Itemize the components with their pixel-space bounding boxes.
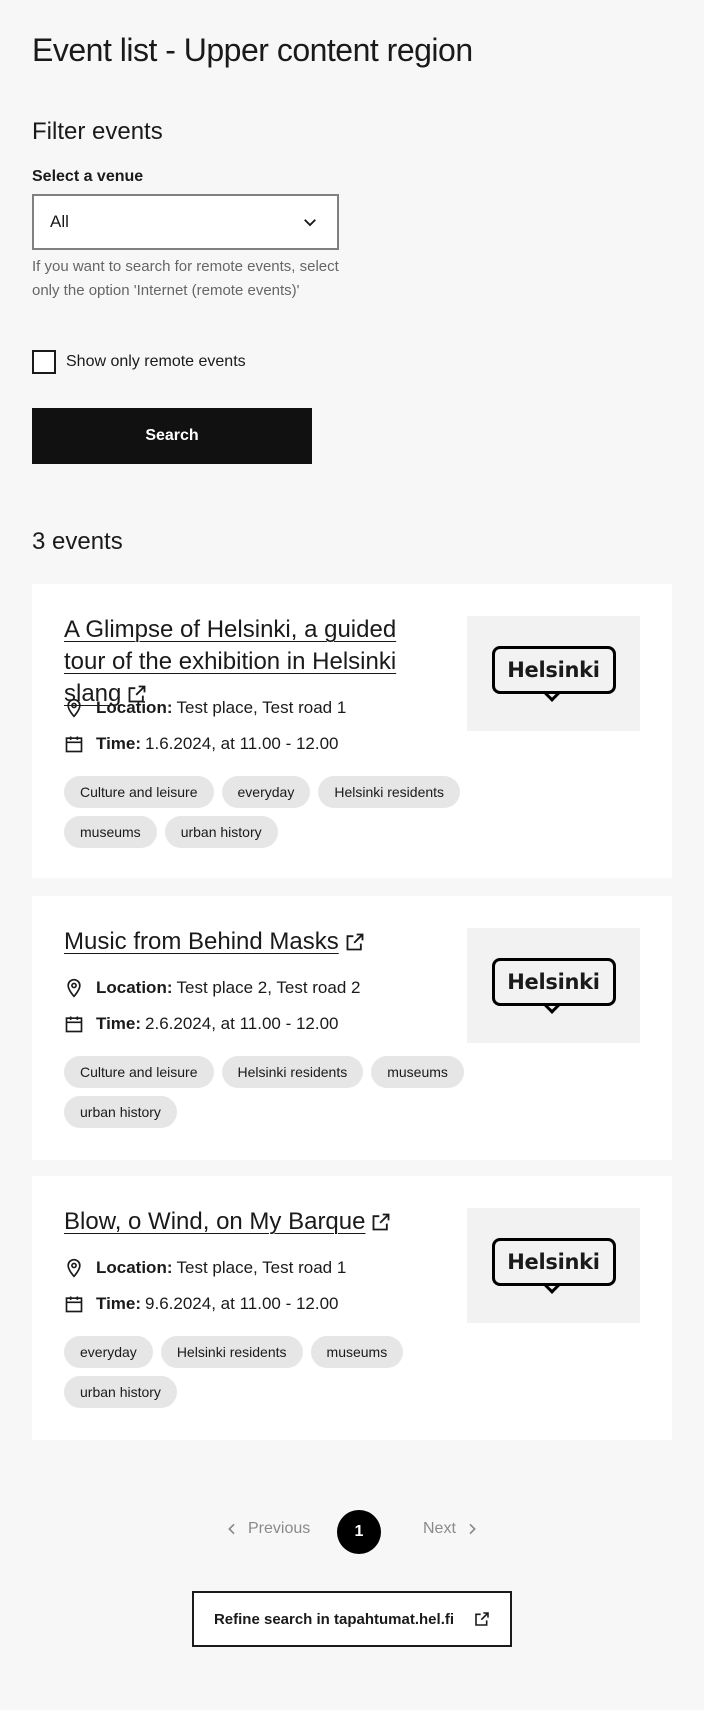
event-time: Time: 2.6.2024, at 11.00 - 12.00 <box>64 1014 339 1034</box>
tag[interactable]: urban history <box>64 1096 177 1128</box>
event-title-link[interactable]: Music from Behind Masks <box>64 926 444 958</box>
remote-events-label[interactable]: Show only remote events <box>66 353 246 371</box>
previous-page-button[interactable]: Previous <box>224 1520 310 1538</box>
location-pin-icon <box>67 698 81 718</box>
remote-events-checkbox[interactable] <box>32 350 56 374</box>
venue-select[interactable]: All <box>32 194 339 250</box>
venue-label: Select a venue <box>32 168 144 185</box>
page-1-button[interactable]: 1 <box>337 1510 381 1554</box>
chevron-right-icon <box>469 1523 476 1535</box>
page-title: Event list - Upper content region <box>32 32 473 68</box>
event-location: Location: Test place 2, Test road 2 <box>64 978 360 998</box>
location-pin-icon <box>67 978 81 998</box>
calendar-icon <box>65 1016 83 1033</box>
remote-events-option: Show only remote events <box>32 350 246 374</box>
tag[interactable]: Helsinki residents <box>160 1336 303 1368</box>
external-link-icon <box>373 1213 390 1231</box>
event-time: Time: 1.6.2024, at 11.00 - 12.00 <box>64 734 339 754</box>
event-title-link[interactable]: A Glimpse of Helsinki, a guided tour of … <box>64 614 444 710</box>
helsinki-logo: Helsinki <box>491 1237 616 1294</box>
event-tags: Culture and leisure Helsinki residents m… <box>64 1056 464 1128</box>
helsinki-logo: Helsinki <box>491 645 616 702</box>
tag[interactable]: urban history <box>64 1376 177 1408</box>
pagination: Previous 1 Next <box>32 1510 672 1554</box>
venue-help-text: If you want to search for remote events,… <box>32 258 339 299</box>
next-page-button[interactable]: Next <box>423 1520 480 1538</box>
results-count: 3 events <box>32 528 123 555</box>
tag[interactable]: museums <box>310 1336 404 1368</box>
tag[interactable]: Helsinki residents <box>221 1056 364 1088</box>
tag[interactable]: Culture and leisure <box>64 776 214 808</box>
event-location: Location: Test place, Test road 1 <box>64 1258 346 1278</box>
tag[interactable]: everyday <box>221 776 311 808</box>
chevron-down-icon <box>304 219 316 227</box>
tag[interactable]: Culture and leisure <box>64 1056 214 1088</box>
calendar-icon <box>65 1296 83 1313</box>
helsinki-logo: Helsinki <box>491 957 616 1014</box>
location-pin-icon <box>67 1258 81 1278</box>
event-time: Time: 9.6.2024, at 11.00 - 12.00 <box>64 1294 339 1314</box>
tag[interactable]: museums <box>371 1056 464 1088</box>
event-card: Music from Behind Masks Location: Test p… <box>32 896 672 1160</box>
event-title-link[interactable]: Blow, o Wind, on My Barque <box>64 1206 444 1238</box>
event-image: Helsinki <box>467 928 640 1043</box>
event-location: Location: Test place, Test road 1 <box>64 698 346 718</box>
event-card: Blow, o Wind, on My Barque Location: Tes… <box>32 1176 672 1440</box>
venue-select-value: All <box>50 212 69 231</box>
event-card: A Glimpse of Helsinki, a guided tour of … <box>32 584 672 878</box>
external-link-icon <box>475 1612 489 1626</box>
search-button[interactable]: Search <box>32 408 312 464</box>
event-tags: everyday Helsinki residents museums urba… <box>64 1336 464 1408</box>
filter-heading: Filter events <box>32 118 163 145</box>
calendar-icon <box>65 736 83 753</box>
external-link-icon <box>346 933 364 951</box>
event-image: Helsinki <box>467 1208 640 1323</box>
chevron-left-icon <box>228 1523 235 1535</box>
tag[interactable]: museums <box>64 816 157 848</box>
tag[interactable]: Helsinki residents <box>318 776 461 808</box>
tag[interactable]: urban history <box>164 816 278 848</box>
refine-search-link[interactable]: Refine search in tapahtumat.hel.fi <box>192 1591 512 1647</box>
event-tags: Culture and leisure everyday Helsinki re… <box>64 776 464 848</box>
event-image: Helsinki <box>467 616 640 731</box>
tag[interactable]: everyday <box>64 1336 153 1368</box>
